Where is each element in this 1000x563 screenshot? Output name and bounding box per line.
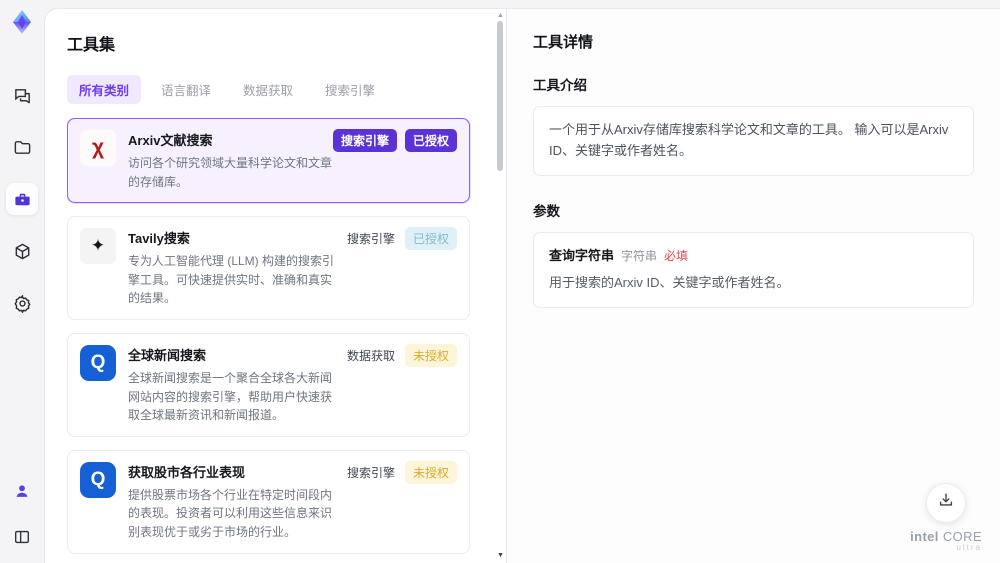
scroll-down-arrow[interactable]: ▼ — [497, 552, 504, 559]
brand-sub-label: ultra — [956, 543, 982, 553]
category-tab-2[interactable]: 数据获取 — [231, 75, 305, 104]
tool-card[interactable]: Q 获取股市各行业表现 提供股票市场各个行业在特定时间段内的表现。投资者可以利用… — [67, 449, 470, 554]
tool-card[interactable]: ✦ Tavily搜索 专为人工智能代理 (LLM) 构建的搜索引擎工具。可快速提… — [67, 216, 470, 320]
tool-card[interactable]: Q 全球新闻搜索 全球新闻搜索是一个聚合全球各大新闻网站内容的搜索引擎，帮助用户… — [67, 332, 470, 437]
main-surface: 工具集 所有类别 语言翻译 数据获取 搜索引擎 χ Arxiv文献搜索 访问各个研究领… — [44, 8, 1000, 563]
tool-card[interactable]: χ Arxiv文献搜索 访问各个研究领域大量科学论文和文章的存储库。 搜索引擎 … — [67, 118, 470, 204]
brand-logo: intel CORE ultra — [910, 528, 982, 553]
detail-title: 工具详情 — [533, 34, 594, 51]
tool-icon: Q — [80, 344, 116, 381]
param-name: 查询字符串 — [549, 247, 615, 263]
tool-name: 获取股市各行业表现 — [128, 464, 246, 480]
scrollbar-thumb[interactable] — [497, 21, 503, 171]
tool-icon: χ — [80, 130, 116, 166]
sidebar-item-chat[interactable] — [6, 79, 38, 111]
tools-panel: 工具集 所有类别 语言翻译 数据获取 搜索引擎 χ Arxiv文献搜索 访问各个研究领… — [45, 9, 507, 563]
user-icon — [13, 482, 31, 500]
page-title: 工具集 — [67, 37, 116, 54]
category-tab-1[interactable]: 语言翻译 — [149, 75, 223, 104]
sidebar-item-packages[interactable] — [6, 235, 38, 267]
tool-description: 提供股票市场各个行业在特定时间段内的表现。投资者可以利用这些信息来识别表现优于或… — [128, 487, 333, 539]
auth-badge: 已授权 — [404, 129, 457, 152]
sidebar-item-files[interactable] — [6, 131, 38, 163]
sidebar-item-tools[interactable] — [6, 183, 38, 215]
scroll-up-arrow[interactable]: ▲ — [497, 12, 504, 19]
category-chip: 搜索引擎 — [332, 129, 397, 152]
sidebar-item-collapse[interactable] — [6, 521, 38, 553]
tool-description: 访问各个研究领域大量科学论文和文章的存储库。 — [128, 156, 333, 189]
intro-heading: 工具介绍 — [533, 78, 587, 93]
category-chip: 搜索引擎 — [346, 465, 395, 480]
tool-name: Tavily搜索 — [128, 231, 190, 247]
tool-list: χ Arxiv文献搜索 访问各个研究领域大量科学论文和文章的存储库。 搜索引擎 … — [67, 118, 486, 563]
intro-text: 一个用于从Arxiv存储库搜索科学论文和文章的工具。 输入可以是Arxiv ID… — [549, 122, 949, 158]
tool-icon: Q — [80, 461, 116, 498]
panel-toggle-icon — [13, 528, 31, 546]
tool-description: 全球新闻搜索是一个聚合全球各大新闻网站内容的搜索引擎，帮助用户快速获取全球最新资… — [128, 370, 333, 423]
folder-icon — [13, 138, 32, 157]
toolbox-icon — [13, 190, 32, 209]
param-desc: 用于搜索的Arxiv ID、关键字或作者姓名。 — [549, 275, 790, 291]
sidebar-item-settings[interactable] — [6, 287, 38, 319]
sidebar-item-account[interactable] — [6, 475, 38, 507]
settings-icon — [13, 294, 32, 313]
param-type: 字符串 — [621, 248, 658, 263]
tool-description: 专为人工智能代理 (LLM) 构建的搜索引擎工具。可快速提供实时、准确和真实的结… — [128, 254, 335, 306]
param-box: 查询字符串 字符串 必填 用于搜索的Arxiv ID、关键字或作者姓名。 — [533, 231, 974, 309]
auth-badge: 已授权 — [404, 227, 457, 251]
download-icon — [937, 491, 955, 514]
auth-badge: 未授权 — [404, 343, 457, 367]
list-scrollbar[interactable]: ▲ ▼ — [496, 11, 504, 563]
tool-name: Arxiv文献搜索 — [128, 133, 213, 148]
params-heading: 参数 — [533, 203, 560, 219]
param-required-badge: 必填 — [664, 248, 689, 263]
intro-box: 一个用于从Arxiv存储库搜索科学论文和文章的工具。 输入可以是Arxiv ID… — [533, 106, 974, 176]
chat-icon — [13, 86, 32, 105]
category-tab-0[interactable]: 所有类别 — [67, 75, 142, 104]
tool-name: 全球新闻搜索 — [128, 347, 207, 363]
download-button[interactable] — [926, 482, 967, 523]
category-chip: 搜索引擎 — [346, 232, 395, 247]
category-tabs: 所有类别 语言翻译 数据获取 搜索引擎 — [67, 75, 486, 104]
tool-icon: ✦ — [80, 228, 116, 265]
category-tab-3[interactable]: 搜索引擎 — [313, 75, 387, 104]
cube-icon — [13, 242, 32, 261]
detail-panel: 工具详情 工具介绍 一个用于从Arxiv存储库搜索科学论文和文章的工具。 输入可… — [507, 9, 1000, 563]
left-rail — [0, 0, 44, 563]
category-chip: 数据获取 — [346, 348, 395, 363]
auth-badge: 未授权 — [404, 460, 457, 484]
app-logo — [9, 9, 35, 35]
